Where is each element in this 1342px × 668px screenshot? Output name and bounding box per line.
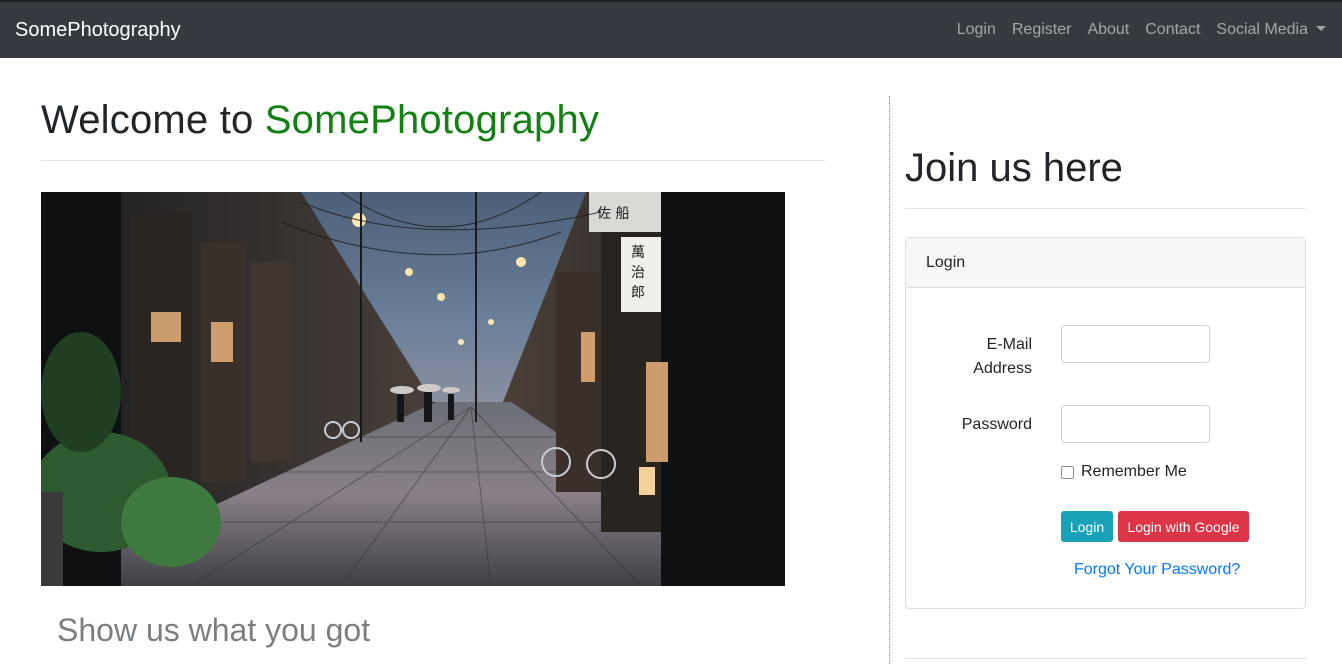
login-button[interactable]: Login: [1061, 511, 1113, 542]
svg-text:萬: 萬: [631, 245, 645, 261]
navbar: SomePhotography Login Register About Con…: [0, 2, 1342, 58]
remember-me-label[interactable]: Remember Me: [1081, 463, 1187, 481]
login-with-google-button[interactable]: Login with Google: [1118, 511, 1249, 542]
column-divider: [889, 96, 890, 664]
email-label: E-Mail Address: [973, 336, 1032, 377]
tagline: Show us what you got: [57, 612, 371, 648]
password-field[interactable]: [1061, 405, 1210, 443]
navbar-brand[interactable]: SomePhotography: [15, 19, 181, 42]
nav-link-contact[interactable]: Contact: [1145, 21, 1200, 39]
password-label: Password: [961, 416, 1032, 433]
title-divider: [41, 160, 825, 161]
hero-photo: 佐 船 萬治郎: [41, 192, 785, 586]
page-title-prefix: Welcome to: [41, 98, 254, 142]
page-title: Welcome to SomePhotography: [41, 98, 599, 143]
page-title-brand: SomePhotography: [264, 98, 600, 142]
email-field[interactable]: [1061, 325, 1210, 363]
caret-down-icon: [1316, 26, 1326, 31]
svg-text:治: 治: [631, 265, 645, 281]
login-card: Login E-Mail Address Password Remember M…: [905, 237, 1306, 609]
nav-link-about[interactable]: About: [1087, 21, 1129, 39]
remember-me-checkbox[interactable]: [1061, 466, 1074, 479]
nav-link-login[interactable]: Login: [957, 21, 996, 39]
login-card-header: Login: [906, 238, 1305, 288]
svg-text:郎: 郎: [631, 285, 645, 301]
navbar-links: Login Register About Contact Social Medi…: [941, 21, 1326, 39]
forgot-password-link[interactable]: Forgot Your Password?: [1074, 561, 1240, 579]
join-heading: Join us here: [905, 146, 1123, 190]
join-divider: [905, 208, 1306, 209]
nav-dropdown-social-media[interactable]: Social Media: [1216, 21, 1326, 39]
second-card-edge: [905, 658, 1306, 668]
nav-link-register[interactable]: Register: [1012, 21, 1072, 39]
svg-text:佐 船: 佐 船: [597, 206, 629, 222]
social-media-label: Social Media: [1216, 21, 1308, 38]
